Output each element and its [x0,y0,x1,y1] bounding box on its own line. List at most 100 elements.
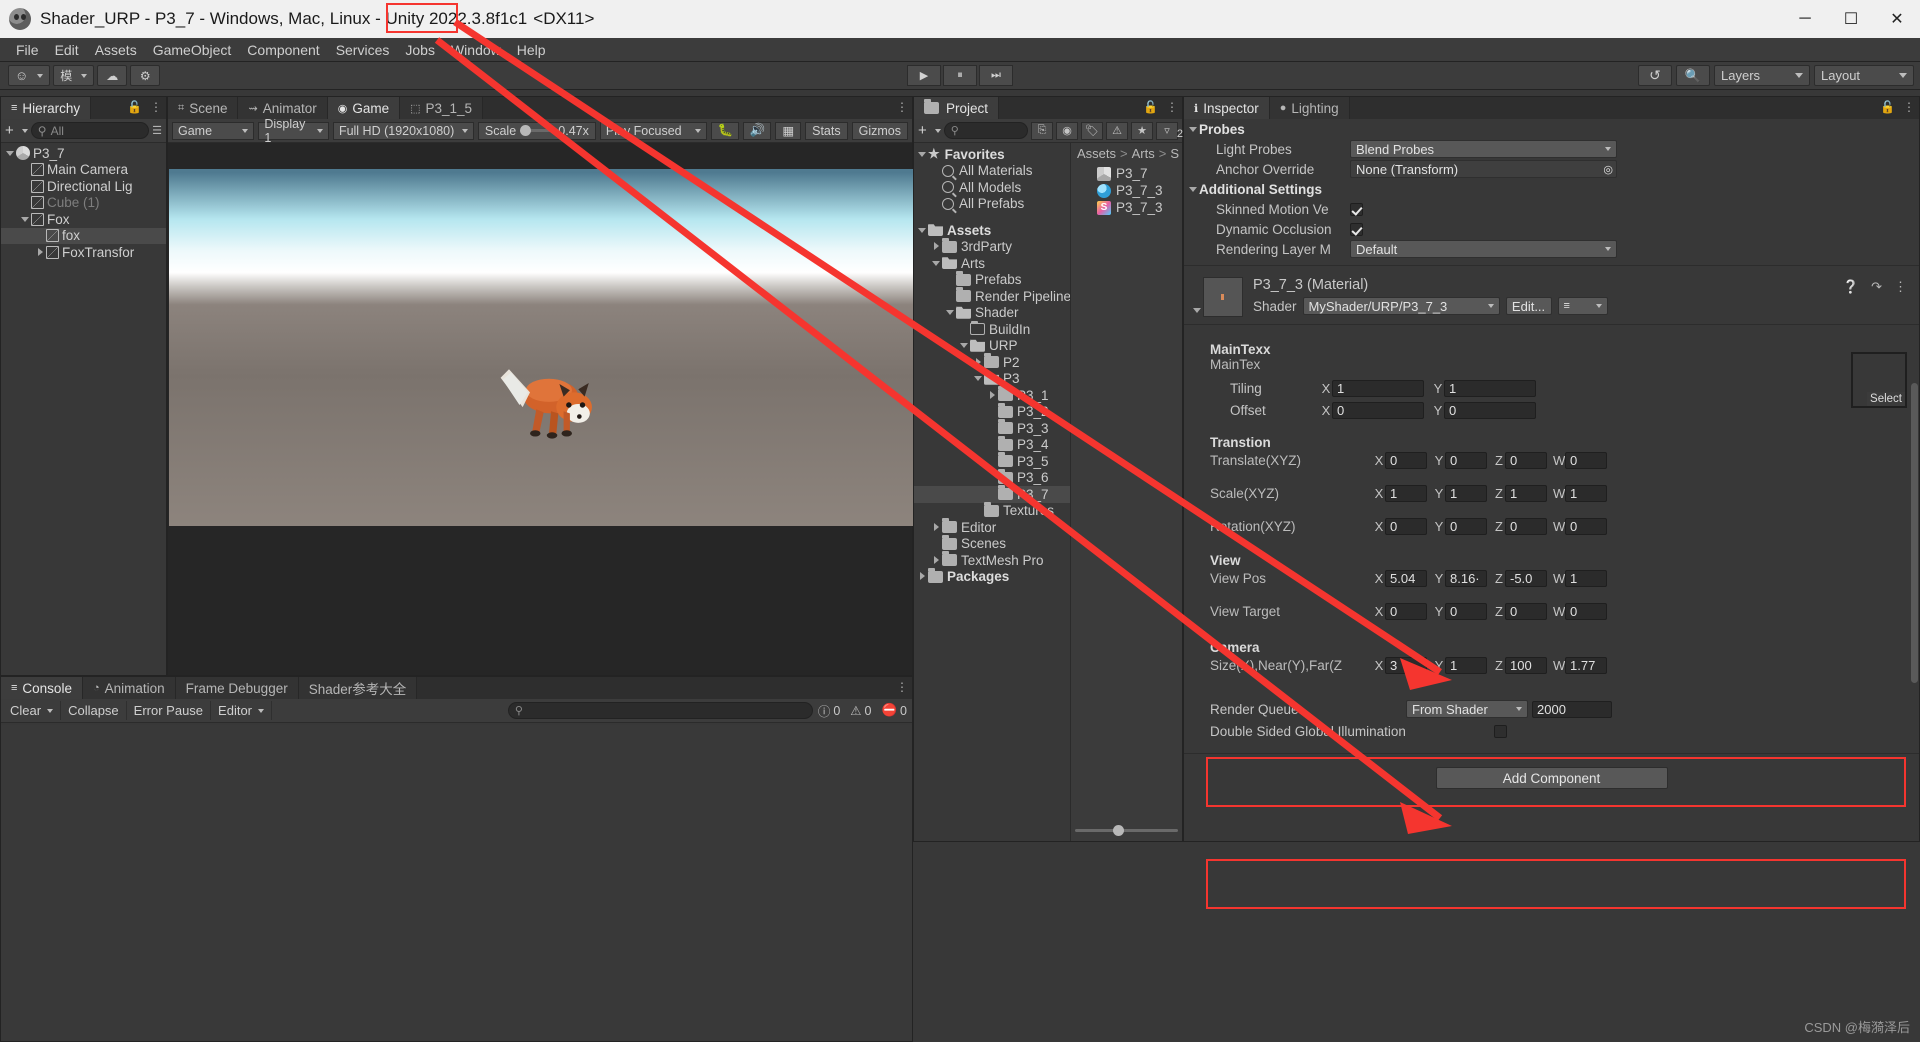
play-button[interactable]: ▶ [907,65,941,86]
project-tree-item-p3-5[interactable]: P3_5 [914,452,1070,470]
label-filter-icon[interactable]: 🏷 [1081,121,1103,140]
settings-button[interactable]: ⚙ [130,65,161,86]
project-tree-item-p3-1[interactable]: P3_1 [914,386,1070,404]
light-probes-dropdown[interactable]: Blend Probes [1350,140,1617,158]
menu-item-assets[interactable]: Assets [87,40,145,60]
vector-y-input[interactable]: 0 [1445,603,1487,620]
project-tree-item-render-pipeline[interactable]: Render Pipeline [914,287,1070,305]
offset-x-input[interactable]: 0 [1332,402,1424,419]
project-tree-item-prefabs[interactable]: Prefabs [914,270,1070,289]
kebab-menu-icon[interactable]: ⋮ [896,680,908,694]
cloud-button[interactable]: ☁ [97,65,128,86]
vector-w-input[interactable]: 0 [1565,452,1607,469]
hierarchy-item-p3-7[interactable]: P3_7 [1,145,166,162]
tab-scene[interactable]: ⌗ Scene [168,97,239,119]
project-search-input[interactable]: ⚲ [943,122,1028,139]
project-tree-item-p3-7[interactable]: P3_7 [914,485,1070,503]
project-tree-item-scenes[interactable]: Scenes [914,534,1070,553]
probes-foldout[interactable]: Probes [1184,119,1919,139]
material-foldout-icon[interactable] [1192,305,1203,316]
chevron-down-icon[interactable] [5,148,16,159]
console-log-area[interactable] [1,725,912,1041]
vector-z-input[interactable]: 0 [1505,452,1547,469]
display-dropdown[interactable]: Display 1 [258,117,329,145]
chevron-down-icon[interactable] [917,149,928,160]
lock-icon[interactable]: 🔓 [1143,100,1158,114]
bug-report-button[interactable]: 🐛 [711,121,740,140]
render-queue-dropdown[interactable]: From Shader [1406,700,1528,718]
object-filter-icon[interactable]: ◉ [1056,121,1078,140]
menu-item-services[interactable]: Services [328,40,398,60]
project-tree-item-p2[interactable]: P2 [914,353,1070,371]
play-mode-dropdown[interactable]: Play Focused [599,121,708,140]
vector-x-input[interactable]: 0 [1385,518,1427,535]
minimize-button[interactable]: ─ [1782,0,1828,38]
icon-size-slider[interactable] [1071,823,1182,837]
hierarchy-item-main-camera[interactable]: Main Camera [1,162,166,179]
editor-dropdown[interactable]: Editor [211,701,273,720]
chevron-down-icon[interactable] [20,214,31,225]
project-tree-item-assets[interactable]: Assets [914,222,1070,239]
step-button[interactable]: ⏭ [979,65,1013,86]
kebab-menu-icon[interactable]: ⋮ [1166,100,1178,114]
tab-hierarchy[interactable]: ≡ Hierarchy [1,97,92,119]
project-tree-item-p3-6[interactable]: P3_6 [914,468,1070,487]
project-tree-item-textmesh-pro[interactable]: TextMesh Pro [914,551,1070,569]
project-tree-item-p3[interactable]: P3 [914,371,1070,388]
vector-z-input[interactable]: 1 [1505,485,1547,502]
project-tree-item-textures[interactable]: Textures [914,501,1070,520]
close-button[interactable]: ✕ [1874,0,1920,38]
project-tree-item-all-prefabs[interactable]: All Prefabs [914,196,1070,213]
save-search-icon[interactable]: ⎘ [1031,121,1053,140]
menu-item-component[interactable]: Component [239,40,327,60]
tab-p3-1-5[interactable]: ⬚ P3_1_5 [400,97,484,119]
collapse-button[interactable]: Collapse [61,701,127,720]
add-component-button[interactable]: Add Component [1435,767,1668,789]
warning-filter-icon[interactable]: ⚠ [1106,121,1128,140]
tab-lighting[interactable]: ● Lighting [1269,97,1350,119]
hierarchy-item-fox[interactable]: Fox [1,211,166,228]
menu-item-help[interactable]: Help [509,40,554,60]
chevron-down-icon[interactable] [945,307,956,318]
chevron-right-icon[interactable] [35,247,46,258]
vector-w-input[interactable]: 0 [1565,518,1607,535]
chevron-right-icon[interactable] [931,241,942,252]
vector-w-input[interactable]: 1 [1565,570,1607,587]
pause-button[interactable]: ⏸ [943,65,977,86]
additional-settings-foldout[interactable]: Additional Settings [1184,179,1919,199]
undo-history-button[interactable]: ↺ [1638,65,1672,86]
project-tree-item-3rdparty[interactable]: 3rdParty [914,237,1070,256]
vector-w-input[interactable]: 0 [1565,603,1607,620]
error-pause-button[interactable]: Error Pause [127,701,212,720]
project-tree-item-p3-2[interactable]: P3_2 [914,402,1070,421]
menu-item-gameobject[interactable]: GameObject [145,40,240,60]
project-tree-item-arts[interactable]: Arts [914,255,1070,272]
project-tree-item-all-models[interactable]: All Models [914,179,1070,196]
chevron-down-icon[interactable] [973,373,984,384]
tab-animation[interactable]: ◔ Animation [82,677,176,699]
chevron-down-icon[interactable] [931,258,942,269]
vector-z-input[interactable]: 0 [1505,603,1547,620]
hidden-packages-icon[interactable]: ▿ 2 [1156,121,1183,140]
breadcrumb-item-arts[interactable]: Arts [1132,146,1155,161]
tab-project[interactable]: Project [914,97,1000,119]
dynamic-occlusion-checkbox[interactable] [1350,222,1363,236]
error-count[interactable]: ⛔ 0 [876,703,912,718]
anchor-override-field[interactable]: None (Transform) ◎ [1350,160,1617,178]
shader-variant-button[interactable]: ≡ [1557,297,1608,315]
account-button[interactable]: ☺ [8,65,51,86]
layers-dropdown[interactable]: Layers [1714,65,1810,86]
offset-y-input[interactable]: 0 [1444,402,1536,419]
vector-y-input[interactable]: 0 [1445,452,1487,469]
breadcrumb-item-s[interactable]: S [1170,146,1179,161]
vector-x-input[interactable]: 0 [1385,603,1427,620]
layout-dropdown[interactable]: Layout [1814,65,1914,86]
vector-w-input[interactable]: 1 [1565,485,1607,502]
hierarchy-item-directional-lig[interactable]: Directional Lig [1,178,166,195]
asset-item[interactable]: S P3_7_3 [1071,199,1182,216]
hierarchy-item-foxtransfor[interactable]: FoxTransfor [1,244,166,261]
chevron-down-icon[interactable] [959,340,970,351]
tiling-x-input[interactable]: 1 [1332,380,1424,397]
warning-count[interactable]: ⚠ 0 [845,703,876,719]
mute-audio-button[interactable]: 🔊 [743,121,772,140]
